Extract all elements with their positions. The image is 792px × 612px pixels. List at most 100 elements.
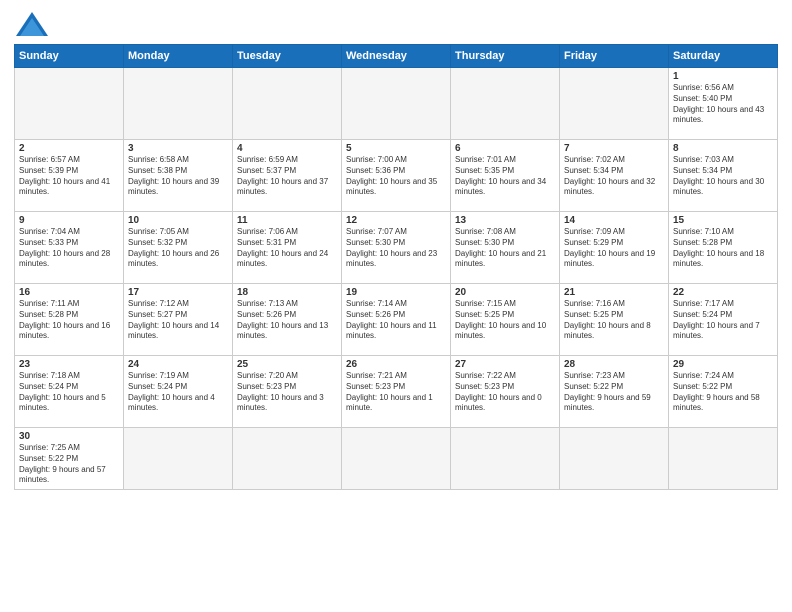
day-info: Sunrise: 7:03 AMSunset: 5:34 PMDaylight:… bbox=[673, 155, 773, 198]
weekday-header-friday: Friday bbox=[560, 45, 669, 68]
calendar-cell bbox=[342, 428, 451, 490]
day-info: Sunrise: 7:09 AMSunset: 5:29 PMDaylight:… bbox=[564, 227, 664, 270]
day-number: 9 bbox=[19, 215, 119, 226]
weekday-header-sunday: Sunday bbox=[15, 45, 124, 68]
day-info: Sunrise: 7:13 AMSunset: 5:26 PMDaylight:… bbox=[237, 299, 337, 342]
day-number: 7 bbox=[564, 143, 664, 154]
calendar-cell: 16Sunrise: 7:11 AMSunset: 5:28 PMDayligh… bbox=[15, 284, 124, 356]
day-number: 11 bbox=[237, 215, 337, 226]
day-info: Sunrise: 7:18 AMSunset: 5:24 PMDaylight:… bbox=[19, 371, 119, 414]
day-info: Sunrise: 7:05 AMSunset: 5:32 PMDaylight:… bbox=[128, 227, 228, 270]
day-number: 22 bbox=[673, 287, 773, 298]
day-info: Sunrise: 7:00 AMSunset: 5:36 PMDaylight:… bbox=[346, 155, 446, 198]
weekday-header-monday: Monday bbox=[124, 45, 233, 68]
day-number: 15 bbox=[673, 215, 773, 226]
weekday-header-saturday: Saturday bbox=[669, 45, 778, 68]
calendar-cell bbox=[124, 68, 233, 140]
logo-icon bbox=[14, 10, 50, 38]
day-number: 10 bbox=[128, 215, 228, 226]
day-number: 16 bbox=[19, 287, 119, 298]
week-row-5: 23Sunrise: 7:18 AMSunset: 5:24 PMDayligh… bbox=[15, 356, 778, 428]
weekday-header-tuesday: Tuesday bbox=[233, 45, 342, 68]
calendar-cell: 29Sunrise: 7:24 AMSunset: 5:22 PMDayligh… bbox=[669, 356, 778, 428]
calendar-cell: 2Sunrise: 6:57 AMSunset: 5:39 PMDaylight… bbox=[15, 140, 124, 212]
day-number: 1 bbox=[673, 71, 773, 82]
day-info: Sunrise: 7:16 AMSunset: 5:25 PMDaylight:… bbox=[564, 299, 664, 342]
calendar-cell: 25Sunrise: 7:20 AMSunset: 5:23 PMDayligh… bbox=[233, 356, 342, 428]
week-row-2: 2Sunrise: 6:57 AMSunset: 5:39 PMDaylight… bbox=[15, 140, 778, 212]
calendar-cell: 15Sunrise: 7:10 AMSunset: 5:28 PMDayligh… bbox=[669, 212, 778, 284]
calendar-cell: 27Sunrise: 7:22 AMSunset: 5:23 PMDayligh… bbox=[451, 356, 560, 428]
day-info: Sunrise: 6:58 AMSunset: 5:38 PMDaylight:… bbox=[128, 155, 228, 198]
calendar-cell: 24Sunrise: 7:19 AMSunset: 5:24 PMDayligh… bbox=[124, 356, 233, 428]
day-info: Sunrise: 7:21 AMSunset: 5:23 PMDaylight:… bbox=[346, 371, 446, 414]
day-number: 28 bbox=[564, 359, 664, 370]
week-row-6: 30Sunrise: 7:25 AMSunset: 5:22 PMDayligh… bbox=[15, 428, 778, 490]
calendar-cell: 18Sunrise: 7:13 AMSunset: 5:26 PMDayligh… bbox=[233, 284, 342, 356]
weekday-header-thursday: Thursday bbox=[451, 45, 560, 68]
calendar-cell bbox=[451, 428, 560, 490]
day-info: Sunrise: 6:59 AMSunset: 5:37 PMDaylight:… bbox=[237, 155, 337, 198]
calendar-cell bbox=[560, 428, 669, 490]
calendar-cell bbox=[124, 428, 233, 490]
day-number: 19 bbox=[346, 287, 446, 298]
day-number: 27 bbox=[455, 359, 555, 370]
calendar-cell: 6Sunrise: 7:01 AMSunset: 5:35 PMDaylight… bbox=[451, 140, 560, 212]
day-number: 26 bbox=[346, 359, 446, 370]
day-number: 18 bbox=[237, 287, 337, 298]
day-info: Sunrise: 7:10 AMSunset: 5:28 PMDaylight:… bbox=[673, 227, 773, 270]
day-number: 4 bbox=[237, 143, 337, 154]
calendar-cell: 5Sunrise: 7:00 AMSunset: 5:36 PMDaylight… bbox=[342, 140, 451, 212]
logo bbox=[14, 10, 54, 38]
day-info: Sunrise: 7:11 AMSunset: 5:28 PMDaylight:… bbox=[19, 299, 119, 342]
calendar-cell: 14Sunrise: 7:09 AMSunset: 5:29 PMDayligh… bbox=[560, 212, 669, 284]
day-number: 30 bbox=[19, 431, 119, 442]
day-info: Sunrise: 6:56 AMSunset: 5:40 PMDaylight:… bbox=[673, 83, 773, 126]
page: SundayMondayTuesdayWednesdayThursdayFrid… bbox=[0, 0, 792, 612]
day-number: 24 bbox=[128, 359, 228, 370]
calendar-cell bbox=[233, 428, 342, 490]
calendar-cell: 9Sunrise: 7:04 AMSunset: 5:33 PMDaylight… bbox=[15, 212, 124, 284]
calendar-cell: 10Sunrise: 7:05 AMSunset: 5:32 PMDayligh… bbox=[124, 212, 233, 284]
day-info: Sunrise: 7:01 AMSunset: 5:35 PMDaylight:… bbox=[455, 155, 555, 198]
day-info: Sunrise: 7:25 AMSunset: 5:22 PMDaylight:… bbox=[19, 443, 119, 486]
day-number: 14 bbox=[564, 215, 664, 226]
day-number: 25 bbox=[237, 359, 337, 370]
calendar-cell: 1Sunrise: 6:56 AMSunset: 5:40 PMDaylight… bbox=[669, 68, 778, 140]
calendar-cell: 21Sunrise: 7:16 AMSunset: 5:25 PMDayligh… bbox=[560, 284, 669, 356]
day-number: 29 bbox=[673, 359, 773, 370]
calendar-cell bbox=[669, 428, 778, 490]
calendar-cell bbox=[15, 68, 124, 140]
day-info: Sunrise: 7:22 AMSunset: 5:23 PMDaylight:… bbox=[455, 371, 555, 414]
day-info: Sunrise: 7:02 AMSunset: 5:34 PMDaylight:… bbox=[564, 155, 664, 198]
day-number: 17 bbox=[128, 287, 228, 298]
calendar-cell: 7Sunrise: 7:02 AMSunset: 5:34 PMDaylight… bbox=[560, 140, 669, 212]
day-number: 12 bbox=[346, 215, 446, 226]
day-info: Sunrise: 7:04 AMSunset: 5:33 PMDaylight:… bbox=[19, 227, 119, 270]
calendar-cell: 22Sunrise: 7:17 AMSunset: 5:24 PMDayligh… bbox=[669, 284, 778, 356]
calendar-cell: 28Sunrise: 7:23 AMSunset: 5:22 PMDayligh… bbox=[560, 356, 669, 428]
calendar-cell: 12Sunrise: 7:07 AMSunset: 5:30 PMDayligh… bbox=[342, 212, 451, 284]
calendar-cell bbox=[451, 68, 560, 140]
day-number: 23 bbox=[19, 359, 119, 370]
day-number: 13 bbox=[455, 215, 555, 226]
day-number: 8 bbox=[673, 143, 773, 154]
day-info: Sunrise: 7:23 AMSunset: 5:22 PMDaylight:… bbox=[564, 371, 664, 414]
day-number: 3 bbox=[128, 143, 228, 154]
calendar-cell bbox=[233, 68, 342, 140]
weekday-header-wednesday: Wednesday bbox=[342, 45, 451, 68]
week-row-3: 9Sunrise: 7:04 AMSunset: 5:33 PMDaylight… bbox=[15, 212, 778, 284]
calendar-cell: 3Sunrise: 6:58 AMSunset: 5:38 PMDaylight… bbox=[124, 140, 233, 212]
day-number: 6 bbox=[455, 143, 555, 154]
header bbox=[14, 10, 778, 38]
calendar-cell: 11Sunrise: 7:06 AMSunset: 5:31 PMDayligh… bbox=[233, 212, 342, 284]
day-info: Sunrise: 7:24 AMSunset: 5:22 PMDaylight:… bbox=[673, 371, 773, 414]
calendar-cell: 17Sunrise: 7:12 AMSunset: 5:27 PMDayligh… bbox=[124, 284, 233, 356]
day-info: Sunrise: 7:08 AMSunset: 5:30 PMDaylight:… bbox=[455, 227, 555, 270]
calendar-cell: 4Sunrise: 6:59 AMSunset: 5:37 PMDaylight… bbox=[233, 140, 342, 212]
calendar-cell: 30Sunrise: 7:25 AMSunset: 5:22 PMDayligh… bbox=[15, 428, 124, 490]
day-info: Sunrise: 7:19 AMSunset: 5:24 PMDaylight:… bbox=[128, 371, 228, 414]
calendar: SundayMondayTuesdayWednesdayThursdayFrid… bbox=[14, 44, 778, 490]
weekday-header-row: SundayMondayTuesdayWednesdayThursdayFrid… bbox=[15, 45, 778, 68]
day-info: Sunrise: 7:17 AMSunset: 5:24 PMDaylight:… bbox=[673, 299, 773, 342]
